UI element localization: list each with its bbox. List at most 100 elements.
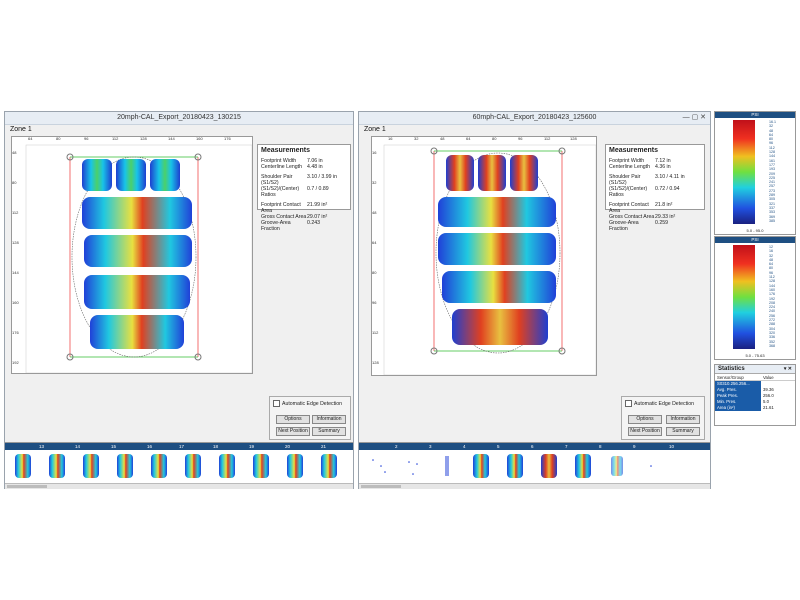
y-tick: 144: [12, 270, 19, 275]
left-window-title: 20mph-CAL_Export_20180423_130215: [117, 114, 241, 121]
left-auto-edge-checkbox[interactable]: Automatic Edge Detection: [273, 400, 342, 407]
frame-number: 7: [565, 444, 568, 449]
right-auto-edge-checkbox[interactable]: Automatic Edge Detection: [625, 400, 694, 407]
right-summary-button[interactable]: Summary: [666, 427, 700, 436]
legend-top: PSI 16.1 32 48 64 80 96 112 128 144 161 …: [714, 111, 796, 235]
right-window-title: 60mph-CAL_Export_20180423_125600: [472, 114, 597, 121]
frame-number: 15: [111, 444, 117, 449]
frame-thumbnail[interactable]: [367, 452, 391, 480]
x-tick: 160: [196, 136, 203, 141]
measurement-value: 0.259: [655, 220, 668, 226]
y-tick: 160: [12, 300, 19, 305]
right-options-button[interactable]: Options: [628, 415, 662, 424]
right-footprint-plot[interactable]: [371, 136, 597, 376]
legend-top-colorbar: [733, 120, 755, 224]
left-title-bar: 20mph-CAL_Export_20180423_130215: [5, 112, 353, 125]
frame-thumbnail[interactable]: [215, 452, 239, 480]
frame-thumbnail[interactable]: [283, 452, 307, 480]
y-tick: 176: [12, 330, 19, 335]
y-tick: 48: [372, 210, 377, 215]
statistics-header: Statistics ▾ ✕: [715, 365, 795, 374]
frame-thumbnail[interactable]: [401, 452, 425, 480]
scrollbar-thumb[interactable]: [361, 485, 401, 488]
statistics-panel: Statistics ▾ ✕ Sensor/Group Value S0310.2…: [714, 364, 796, 426]
y-tick: 96: [372, 300, 377, 305]
table-row[interactable]: Area (in²) 21.61: [715, 405, 795, 411]
left-x-axis-ticks: 64 80 96 112 128 144 160 176: [24, 136, 256, 144]
left-frame-strip[interactable]: 13 14 15 16 17 18 19 20 21: [5, 442, 353, 489]
right-next-position-button[interactable]: Next Position: [628, 427, 662, 436]
right-frame-strip[interactable]: 2 3 4 5 6 7 8 9 10: [359, 442, 710, 489]
frame-thumbnail[interactable]: [147, 452, 171, 480]
x-tick: 128: [570, 136, 577, 141]
checkbox-box[interactable]: [273, 400, 280, 407]
x-tick: 176: [224, 136, 231, 141]
left-measurements-panel: Measurements Footprint Width 7.06 in Cent…: [257, 144, 351, 232]
frame-thumbnail[interactable]: [639, 452, 663, 480]
frame-thumbnail[interactable]: [249, 452, 273, 480]
x-tick: 128: [140, 136, 147, 141]
left-footprint-plot[interactable]: [11, 136, 253, 374]
measurement-label: Shoulder Pair (S1/S2): [609, 174, 641, 186]
window-controls[interactable]: — ▢ ✕: [683, 112, 706, 124]
frame-number: 20: [285, 444, 291, 449]
left-information-button[interactable]: Information: [312, 415, 346, 424]
left-strip-scrollbar[interactable]: [5, 483, 353, 489]
checkbox-box[interactable]: [625, 400, 632, 407]
measurement-label: Groove-Area Fraction: [261, 220, 291, 232]
measurement-value: 0.243: [307, 220, 320, 226]
frame-thumbnail[interactable]: [113, 452, 137, 480]
left-frame-strip-header: 13 14 15 16 17 18 19 20 21: [5, 443, 353, 450]
left-options-button[interactable]: Options: [276, 415, 310, 424]
frame-thumbnail[interactable]: [181, 452, 205, 480]
measurement-label: Groove-Area Fraction: [609, 220, 639, 232]
x-tick: 112: [112, 136, 119, 141]
frame-number: 19: [249, 444, 255, 449]
frame-thumbnail[interactable]: [571, 452, 595, 480]
frame-thumbnail[interactable]: [45, 452, 69, 480]
stat-value: 21.61: [763, 405, 774, 410]
left-y-axis-ticks: 48 80 112 128 144 160 176 192: [12, 150, 20, 374]
measurement-value: 3.10 / 4.11 in: [655, 174, 685, 180]
x-tick: 144: [168, 136, 175, 141]
frame-number: 16: [147, 444, 153, 449]
frame-thumbnail[interactable]: [537, 452, 561, 480]
legend-bottom-range: 5.0 - 75.63: [745, 353, 765, 358]
left-next-position-button[interactable]: Next Position: [276, 427, 310, 436]
frame-number: 6: [531, 444, 534, 449]
frame-number: 10: [669, 444, 675, 449]
frame-thumbnail[interactable]: [435, 452, 459, 480]
pin-icon[interactable]: ▾ ✕: [784, 365, 792, 373]
measurement-value: 3.10 / 3.99 in: [307, 174, 337, 180]
legend-top-values: 16.1 32 48 64 80 96 112 128 144 161 177 …: [769, 120, 776, 223]
frame-thumbnail[interactable]: [469, 452, 493, 480]
frame-thumbnail[interactable]: [79, 452, 103, 480]
frame-number: 13: [39, 444, 45, 449]
y-tick: 112: [12, 210, 19, 215]
measurement-value: 21.99 in²: [307, 202, 328, 208]
y-tick: 64: [372, 240, 377, 245]
legend-top-range: 5.0 - 95.0: [746, 228, 764, 233]
right-zone-label: Zone 1: [364, 126, 386, 133]
measurement-value: 21.8 in²: [655, 202, 673, 208]
right-information-button[interactable]: Information: [666, 415, 700, 424]
legend-bottom-values: 12 16 32 48 64 80 96 112 128 144 160 176…: [769, 245, 775, 348]
right-strip-scrollbar[interactable]: [359, 483, 710, 489]
measurement-label: Centerline Length: [609, 164, 650, 170]
legend-value: 305: [769, 197, 775, 202]
legend-value: 288: [769, 322, 775, 327]
left-summary-button[interactable]: Summary: [312, 427, 346, 436]
frame-thumbnail[interactable]: [503, 452, 527, 480]
frame-thumbnail[interactable]: [605, 452, 629, 480]
frame-number: 21: [321, 444, 327, 449]
measurement-value: 4.36 in: [655, 164, 671, 170]
frame-number: 3: [429, 444, 432, 449]
y-tick: 80: [12, 180, 17, 185]
legend-value: 336: [769, 335, 775, 340]
measurement-label: Footprint Contact Area: [609, 202, 649, 214]
right-frame-strip-header: 2 3 4 5 6 7 8 9 10: [359, 443, 710, 450]
frame-thumbnail[interactable]: [11, 452, 35, 480]
frame-thumbnail[interactable]: [317, 452, 341, 480]
left-pressure-map: [12, 137, 253, 374]
scrollbar-thumb[interactable]: [7, 485, 47, 488]
